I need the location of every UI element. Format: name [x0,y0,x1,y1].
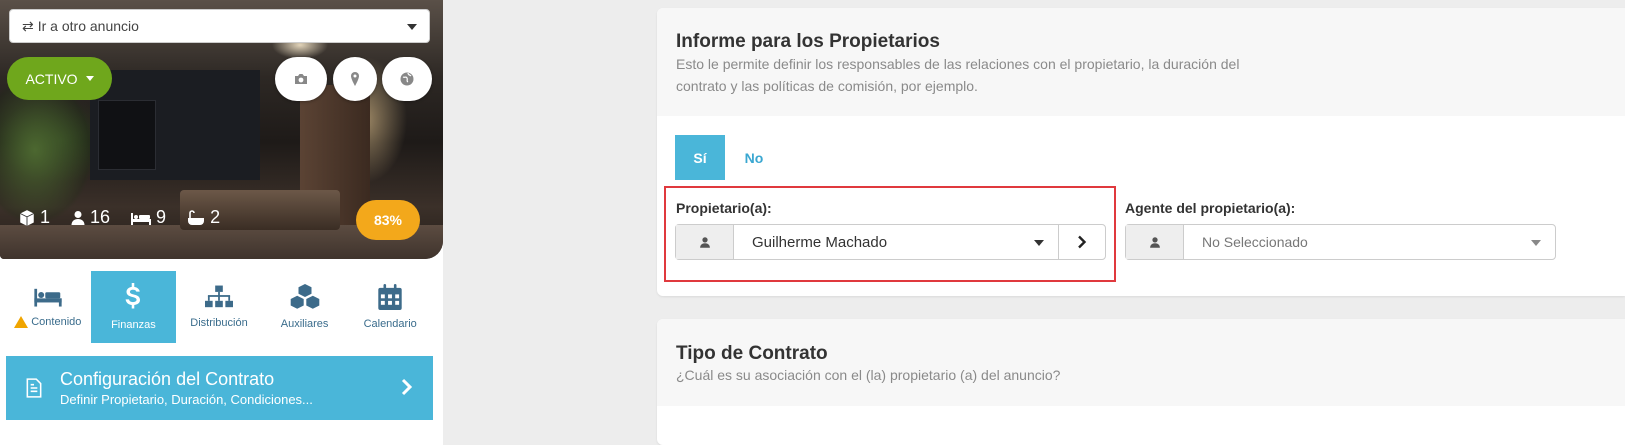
agent-select-group: No Seleccionado [1125,224,1556,260]
go-to-other-ad-select[interactable]: ⇄ Ir a otro anuncio [9,9,430,43]
website-button[interactable] [382,57,432,101]
contract-settings-subtitle: Definir Propietario, Duración, Condicion… [60,392,313,407]
warning-icon [14,316,29,328]
bathtub-icon [188,209,205,225]
listing-stats: 1 16 9 2 [18,207,220,228]
owners-report-toggle: Sí No [675,135,783,180]
photos-button[interactable] [275,57,327,101]
cubes-icon [290,284,319,309]
tab-label: Calendario [363,318,417,330]
listing-photo: ⇄ Ir a otro anuncio ACTIVO 1 16 9 2 83% [0,0,443,259]
baths-count: 2 [210,207,221,227]
tab-label: Finanzas [111,319,156,331]
calendar-icon [378,284,402,310]
no-button[interactable]: No [725,135,783,180]
contract-settings-title: Configuración del Contrato [60,369,275,389]
tab-label: Contenido [31,316,82,328]
owner-field-highlight [664,186,1116,282]
caret-down-icon [85,76,94,81]
bed-icon [34,288,62,307]
user-icon [71,210,85,225]
contract-type-title: Tipo de Contrato [676,343,828,364]
bed-icon [131,212,152,225]
beds-stat: 9 [130,207,166,228]
dollar-icon [126,283,141,309]
yes-button[interactable]: Sí [675,135,725,180]
completeness-badge[interactable]: 83% [356,200,420,240]
swap-icon: ⇄ [22,17,34,34]
guests-stat: 16 [70,207,110,228]
camera-icon [295,74,307,84]
baths-stat: 2 [186,207,220,228]
tab-calendario[interactable]: Calendario [347,271,433,343]
tab-label: Auxiliares [280,318,329,330]
tab-auxiliares[interactable]: Auxiliares [262,271,348,343]
user-icon [1126,225,1184,259]
listing-tabs: Contenido Finanzas Distribución Auxiliar… [5,271,433,343]
tab-contenido[interactable]: Contenido [5,271,91,343]
document-icon [26,378,42,398]
agent-select[interactable]: No Seleccionado [1184,225,1555,259]
tab-distribucion[interactable]: Distribución [176,271,262,343]
go-to-other-ad-label: Ir a otro anuncio [37,18,139,34]
chevron-right-icon [401,378,413,396]
chevron-down-icon [407,24,417,30]
listing-panel: ⇄ Ir a otro anuncio ACTIVO 1 16 9 2 83% … [0,0,443,445]
units-count: 1 [40,207,51,227]
location-button[interactable] [333,57,377,101]
status-label: ACTIVO [25,70,78,87]
contract-type-card: Tipo de Contrato ¿Cuál es su asociación … [657,319,1625,445]
owners-report-description: Esto le permite definir los responsables… [676,56,1240,94]
map-pin-icon [351,72,359,86]
globe-icon [400,72,414,86]
sitemap-icon [204,285,233,308]
contract-type-description: ¿Cuál es su asociación con el (la) propi… [676,367,1061,383]
contract-settings-card[interactable]: Configuración del Contrato Definir Propi… [6,356,433,420]
agent-value: No Seleccionado [1202,234,1308,250]
beds-count: 9 [156,207,167,227]
chevron-down-icon [1531,240,1541,246]
agent-label: Agente del propietario(a): [1125,200,1296,216]
tab-finanzas[interactable]: Finanzas [90,271,177,343]
guests-count: 16 [90,207,111,227]
cube-icon [20,209,34,226]
tab-label: Distribución [190,317,248,329]
units-stat: 1 [18,207,50,228]
status-dropdown-button[interactable]: ACTIVO [7,57,112,100]
owners-report-title: Informe para los Propietarios [676,31,940,52]
